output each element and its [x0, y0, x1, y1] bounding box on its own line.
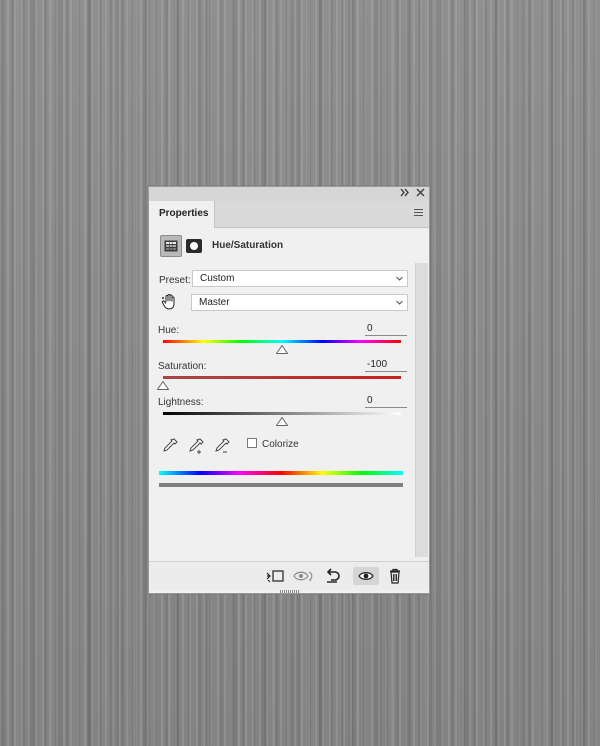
- preset-label: Preset:: [159, 275, 191, 286]
- saturation-label: Saturation:: [158, 361, 207, 372]
- colorize-label: Colorize: [262, 439, 299, 450]
- adjustment-title: Hue/Saturation: [212, 240, 284, 251]
- panel-menu-icon[interactable]: [414, 209, 423, 218]
- close-icon[interactable]: [416, 188, 425, 201]
- saturation-value-field[interactable]: -100: [365, 359, 407, 372]
- lightness-value-field[interactable]: 0: [365, 395, 407, 408]
- preset-value: Custom: [200, 273, 235, 284]
- input-spectrum-bar: [159, 471, 403, 475]
- double-chevron-right-icon[interactable]: [400, 188, 409, 201]
- tab-bar: Properties: [149, 201, 429, 228]
- eye-icon[interactable]: [353, 567, 379, 585]
- chevron-down-icon: [396, 276, 403, 281]
- layer-mask-icon[interactable]: [186, 239, 202, 253]
- colorize-checkbox[interactable]: [247, 438, 257, 448]
- panel-footer: [149, 561, 429, 590]
- clip-to-layer-icon[interactable]: [265, 567, 285, 585]
- channel-value: Master: [199, 297, 230, 308]
- chevron-down-icon: [396, 300, 403, 305]
- eyedropper-icon[interactable]: [161, 437, 179, 455]
- lightness-bar: [163, 412, 401, 415]
- saturation-slider-thumb[interactable]: [157, 381, 169, 390]
- lightness-slider-thumb[interactable]: [276, 417, 288, 426]
- eyedropper-plus-icon[interactable]: [187, 437, 205, 455]
- channel-select[interactable]: Master: [191, 294, 408, 311]
- targeted-adjustment-hand-icon[interactable]: [161, 293, 177, 311]
- view-previous-state-icon[interactable]: [293, 567, 313, 585]
- hue-saturation-adjustment-icon[interactable]: [160, 235, 182, 257]
- eyedropper-minus-icon[interactable]: [213, 437, 231, 455]
- hue-slider-thumb[interactable]: [276, 345, 288, 354]
- panel-scrollbar[interactable]: [415, 263, 428, 557]
- output-spectrum-bar: [159, 483, 403, 487]
- hue-spectrum-bar: [163, 340, 401, 343]
- hue-label: Hue:: [158, 325, 180, 336]
- properties-panel: Properties Hue/Saturation Preset: Custom: [148, 186, 430, 594]
- saturation-bar: [163, 376, 401, 379]
- preset-select[interactable]: Custom: [192, 270, 408, 287]
- reset-icon[interactable]: [323, 567, 343, 585]
- adjustment-header: Hue/Saturation: [149, 229, 429, 263]
- adjustment-controls: Preset: Custom Master Hue: 0 Saturation:…: [149, 263, 415, 557]
- tab-properties-label: Properties: [159, 208, 209, 219]
- panel-title-bar[interactable]: [149, 187, 429, 202]
- hue-value-field[interactable]: 0: [365, 323, 407, 336]
- eyedropper-tools: [161, 437, 261, 457]
- lightness-label: Lightness:: [158, 397, 204, 408]
- resize-grip[interactable]: [280, 590, 300, 593]
- trash-icon[interactable]: [385, 567, 405, 585]
- tab-properties[interactable]: Properties: [149, 201, 215, 228]
